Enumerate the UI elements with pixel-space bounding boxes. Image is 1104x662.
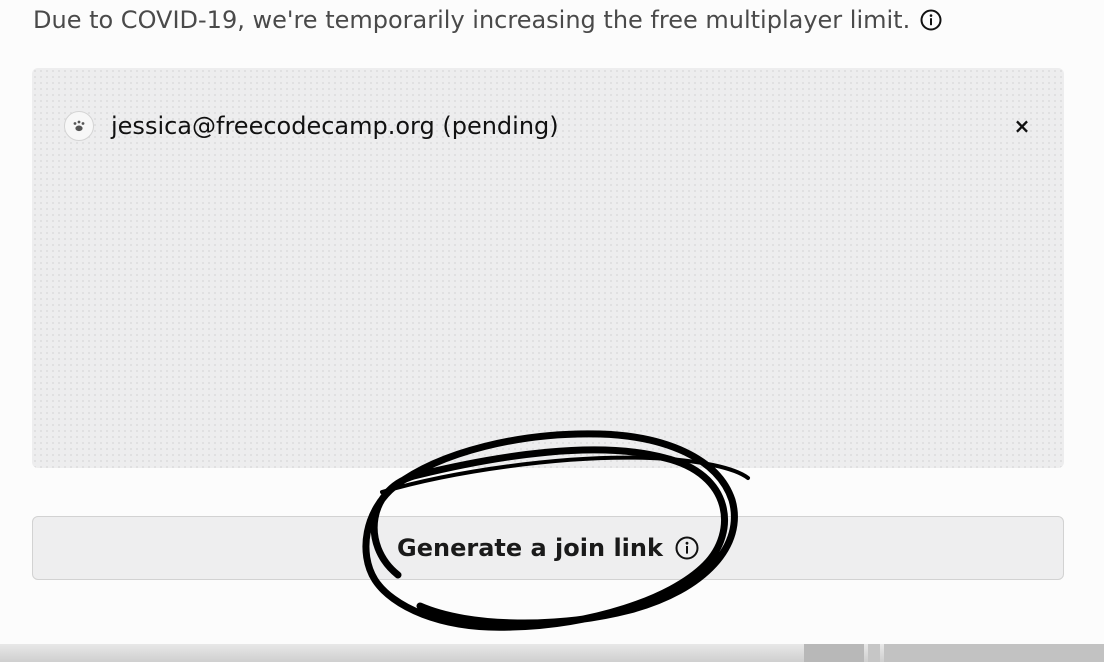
- info-icon[interactable]: [675, 536, 699, 560]
- window-bottom-edge: [0, 644, 1104, 662]
- remove-member-button[interactable]: ×: [1010, 114, 1034, 138]
- join-link-label: Generate a join link: [397, 534, 663, 562]
- info-icon[interactable]: [920, 9, 942, 31]
- notice-text: Due to COVID-19, we're temporarily incre…: [33, 6, 911, 34]
- members-list-panel: jessica@freecodecamp.org (pending) ×: [32, 68, 1064, 468]
- member-row: jessica@freecodecamp.org (pending) ×: [64, 108, 1034, 144]
- bottom-strip-block: [868, 644, 880, 662]
- avatar: [64, 111, 94, 141]
- paw-icon: [73, 120, 85, 132]
- generate-join-link-button[interactable]: Generate a join link: [32, 516, 1064, 580]
- member-email: jessica@freecodecamp.org (pending): [111, 112, 559, 140]
- bottom-strip-block: [884, 644, 1104, 662]
- bottom-strip-block: [804, 644, 864, 662]
- multiplayer-limit-notice: Due to COVID-19, we're temporarily incre…: [33, 2, 942, 38]
